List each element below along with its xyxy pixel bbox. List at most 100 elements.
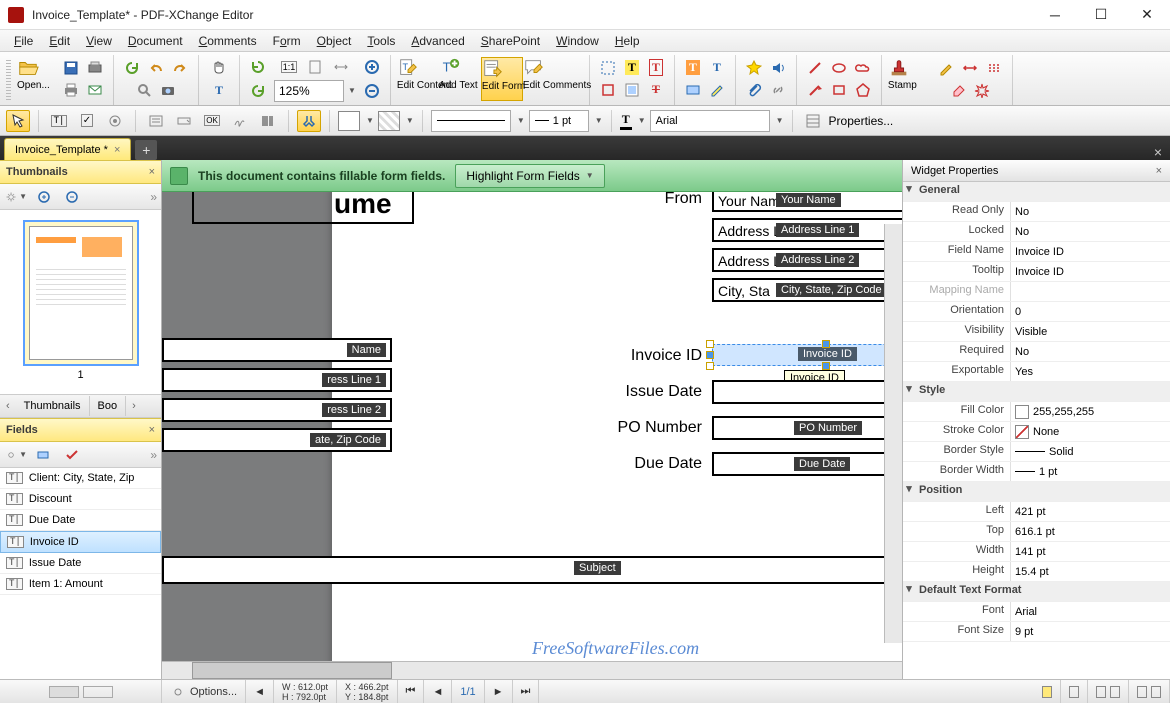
- close-button[interactable]: ✕: [1124, 0, 1170, 30]
- menu-advanced[interactable]: Advanced: [403, 32, 472, 50]
- toolbar-grip[interactable]: [6, 60, 11, 100]
- sb-tab2[interactable]: [83, 686, 113, 698]
- properties-button[interactable]: Properties...: [829, 114, 894, 128]
- prop-row[interactable]: Read OnlyNo: [903, 202, 1170, 222]
- horizontal-scrollbar[interactable]: [162, 661, 902, 679]
- grid-button[interactable]: [801, 110, 825, 132]
- rotate-cw-button[interactable]: [246, 80, 270, 102]
- scroll-right[interactable]: ›: [126, 400, 142, 412]
- save-button[interactable]: [59, 57, 83, 79]
- marker-tool[interactable]: [705, 79, 729, 101]
- refresh-button[interactable]: [120, 57, 144, 79]
- zoom-input[interactable]: [274, 80, 344, 102]
- prop-row[interactable]: Left421 pt: [903, 502, 1170, 522]
- cloud-shape[interactable]: [851, 57, 875, 79]
- prop-row[interactable]: TooltipInvoice ID: [903, 262, 1170, 282]
- thumb-zoom-in[interactable]: [32, 186, 56, 208]
- text-select-tool[interactable]: T: [205, 80, 233, 102]
- zoom-out-button[interactable]: [360, 80, 384, 102]
- rotate-ccw-button[interactable]: [246, 56, 270, 78]
- oval-shape[interactable]: [827, 57, 851, 79]
- form-field[interactable]: Name: [162, 338, 392, 362]
- strikethrough-tool[interactable]: T: [644, 79, 668, 101]
- pencil-tool[interactable]: [934, 57, 958, 79]
- form-field[interactable]: [712, 380, 902, 404]
- tab-thumbnails[interactable]: Thumbnails: [16, 396, 90, 416]
- tab-bookmarks[interactable]: Boo: [90, 396, 127, 416]
- shape-tool[interactable]: [982, 57, 1006, 79]
- prop-row[interactable]: ExportableYes: [903, 362, 1170, 382]
- prop-row[interactable]: Border StyleSolid: [903, 442, 1170, 462]
- close-icon[interactable]: ×: [149, 166, 155, 178]
- text-tool2[interactable]: T: [705, 57, 729, 79]
- print-button[interactable]: [59, 79, 83, 101]
- text-highlight-tool[interactable]: T: [681, 57, 705, 79]
- chevron-down-icon[interactable]: ▼: [776, 116, 784, 125]
- open-button[interactable]: Open...: [17, 57, 59, 101]
- add-text-button[interactable]: T Add Text: [439, 57, 481, 101]
- erase-tool[interactable]: [946, 79, 970, 101]
- prop-row[interactable]: Field NameInvoice ID: [903, 242, 1170, 262]
- prop-category[interactable]: ▾Position: [903, 482, 1170, 502]
- menu-view[interactable]: View: [78, 32, 120, 50]
- thumbnail-page[interactable]: [23, 220, 139, 366]
- select-tool[interactable]: [596, 57, 620, 79]
- sound-tool[interactable]: [766, 57, 790, 79]
- back-button[interactable]: ◄: [246, 680, 274, 703]
- layout-single[interactable]: [1034, 680, 1061, 703]
- edit-content-button[interactable]: T Edit Content: [397, 57, 439, 101]
- snap-tool[interactable]: [297, 110, 321, 132]
- button-tool[interactable]: OK: [200, 110, 224, 132]
- next-page[interactable]: ►: [485, 680, 513, 703]
- form-field[interactable]: PO Number: [712, 416, 902, 440]
- document-tab[interactable]: Invoice_Template * ×: [4, 138, 131, 160]
- star-tool[interactable]: [742, 57, 766, 79]
- line-shape[interactable]: [803, 57, 827, 79]
- form-field[interactable]: Due Date: [712, 452, 902, 476]
- rect-shape[interactable]: [827, 79, 851, 101]
- edit-comments-button[interactable]: Edit Comments: [523, 57, 583, 101]
- layout-facing[interactable]: [1088, 680, 1129, 703]
- prop-row[interactable]: Stroke ColorNone: [903, 422, 1170, 442]
- underline-tool[interactable]: [596, 79, 620, 101]
- menu-file[interactable]: File: [6, 32, 41, 50]
- undo-button[interactable]: [144, 57, 168, 79]
- fit-page-button[interactable]: [303, 56, 327, 78]
- save-as-button[interactable]: [83, 57, 107, 79]
- minimize-button[interactable]: ─: [1032, 0, 1078, 30]
- prop-row[interactable]: Orientation0: [903, 302, 1170, 322]
- combo-tool[interactable]: [172, 110, 196, 132]
- highlight-tool[interactable]: T: [620, 57, 644, 79]
- field-list-item[interactable]: T|Client: City, State, Zip: [0, 468, 161, 489]
- close-all-tabs[interactable]: ×: [1146, 144, 1170, 160]
- field-list-item[interactable]: T|Issue Date: [0, 553, 161, 574]
- color-chip[interactable]: [1015, 405, 1029, 419]
- field-list-item[interactable]: T|Due Date: [0, 510, 161, 531]
- textfield-tool[interactable]: T|: [47, 110, 71, 132]
- form-field[interactable]: Address LinAddress Line 1: [712, 218, 902, 242]
- stamp-button[interactable]: Stamp: [888, 57, 930, 101]
- thumb-options[interactable]: ▼: [4, 186, 28, 208]
- form-field[interactable]: Address LinAddress Line 2: [712, 248, 902, 272]
- maximize-button[interactable]: ☐: [1078, 0, 1124, 30]
- dimension-tool[interactable]: [958, 57, 982, 79]
- menu-sharepoint[interactable]: SharePoint: [473, 32, 548, 50]
- scroll-left[interactable]: ‹: [0, 400, 16, 412]
- prop-row[interactable]: Mapping Name: [903, 282, 1170, 302]
- close-icon[interactable]: ×: [114, 144, 120, 156]
- field-list-item[interactable]: T|Invoice ID: [0, 531, 161, 553]
- prop-category[interactable]: ▾General: [903, 182, 1170, 202]
- arrow-shape[interactable]: [803, 79, 827, 101]
- field-list-item[interactable]: T|Discount: [0, 489, 161, 510]
- prop-category[interactable]: ▾Style: [903, 382, 1170, 402]
- first-page[interactable]: ⏮: [398, 680, 425, 703]
- thumb-zoom-out[interactable]: [60, 186, 84, 208]
- line-width-select[interactable]: 1 pt: [529, 110, 589, 132]
- field-options[interactable]: ▼: [4, 444, 28, 466]
- last-page[interactable]: ⏭: [513, 680, 540, 703]
- polygon-shape[interactable]: [851, 79, 875, 101]
- chevron-down-icon[interactable]: ▼: [406, 116, 414, 125]
- prev-page[interactable]: ◄: [424, 680, 452, 703]
- camera-button[interactable]: [156, 79, 180, 101]
- redo-button[interactable]: [168, 57, 192, 79]
